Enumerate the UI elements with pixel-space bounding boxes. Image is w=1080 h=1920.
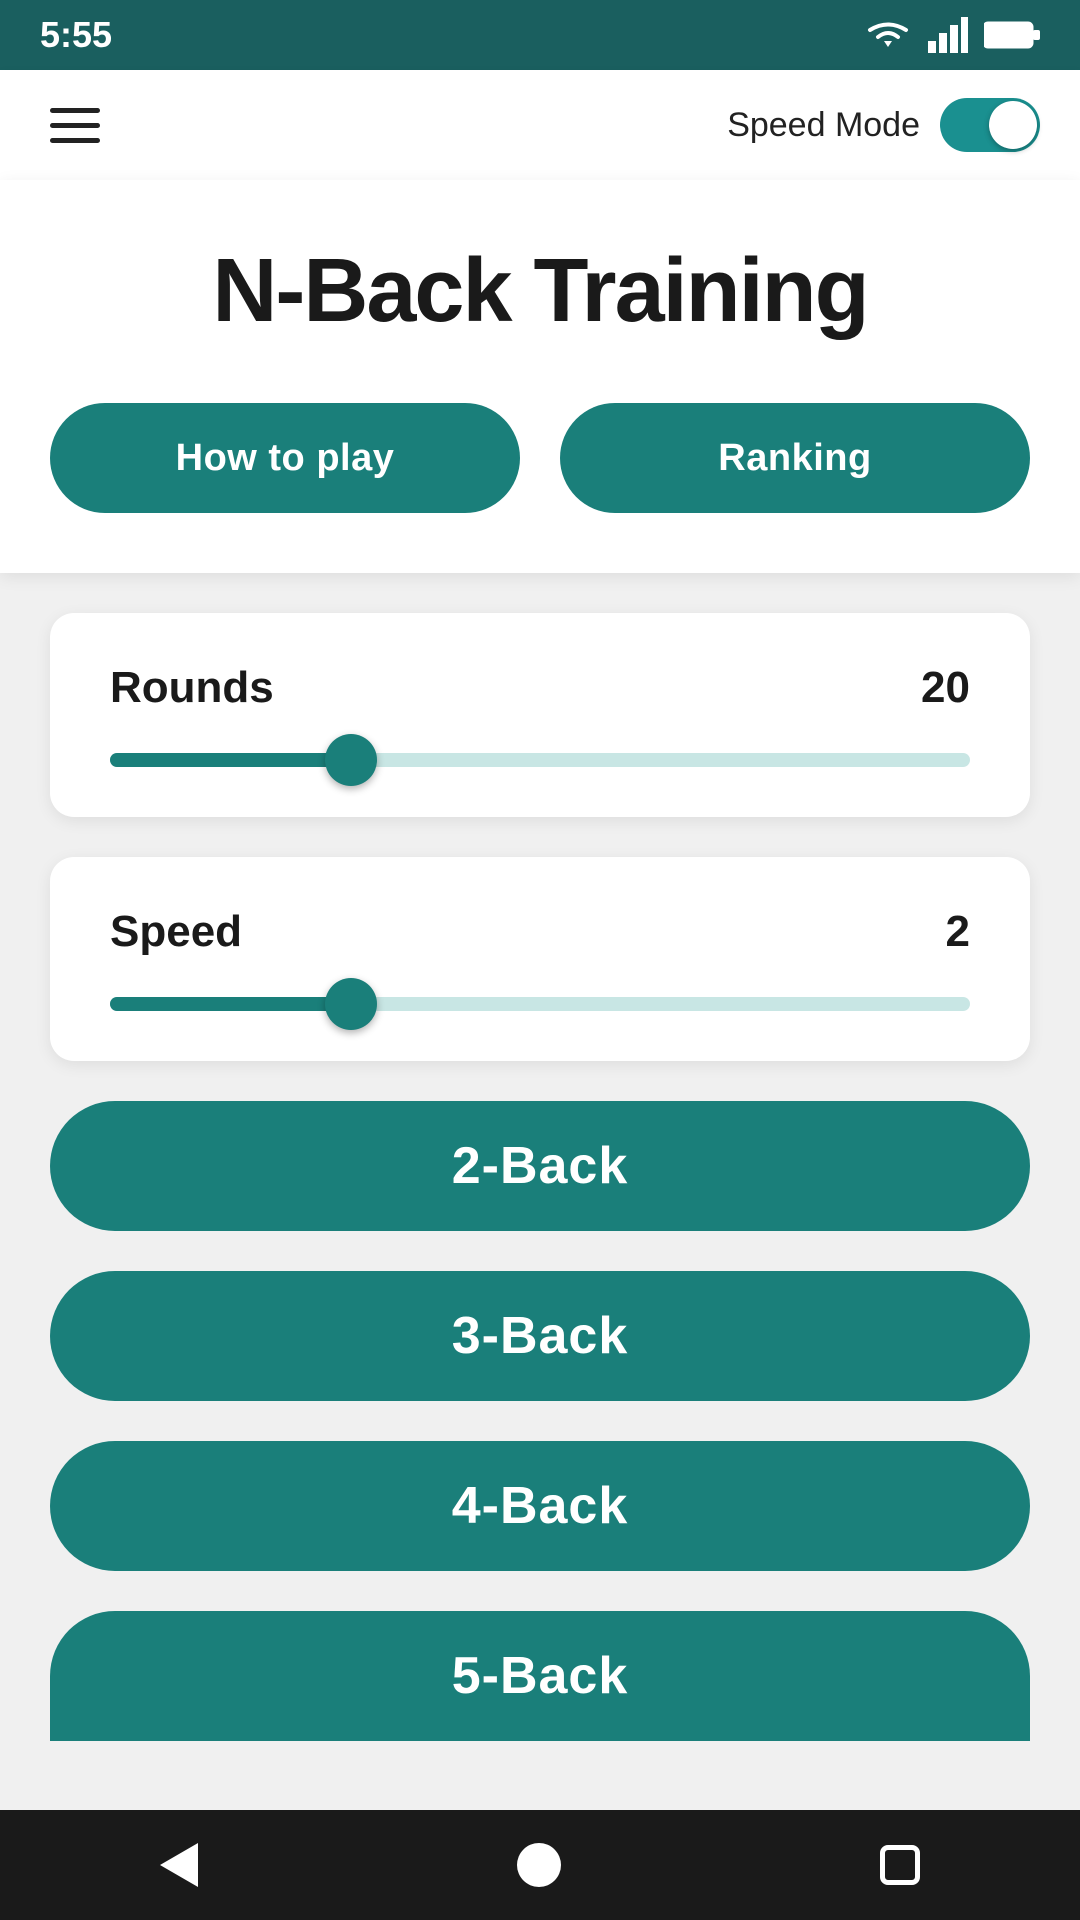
hamburger-line-1: [50, 108, 100, 113]
rounds-value: 20: [921, 663, 970, 713]
main-content: Rounds 20 Speed 2 2-Back 3-Back 4-Back 5…: [0, 613, 1080, 1741]
speed-slider-track[interactable]: [110, 997, 970, 1011]
ranking-button[interactable]: Ranking: [560, 403, 1030, 513]
speed-value: 2: [946, 907, 970, 957]
status-bar: 5:55: [0, 0, 1080, 70]
rounds-tick-1: [523, 753, 537, 767]
back-nav-icon: [160, 1843, 198, 1887]
four-back-button[interactable]: 4-Back: [50, 1441, 1030, 1571]
speed-slider-thumb[interactable]: [325, 978, 377, 1030]
home-nav-button[interactable]: [497, 1823, 581, 1907]
speed-mode-toggle[interactable]: [940, 98, 1040, 152]
hamburger-line-3: [50, 138, 100, 143]
rounds-slider-track[interactable]: [110, 753, 970, 767]
speed-slider-fill: [110, 997, 351, 1011]
three-back-button[interactable]: 3-Back: [50, 1271, 1030, 1401]
battery-icon: [984, 20, 1040, 50]
home-nav-icon: [517, 1843, 561, 1887]
hero-buttons: How to play Ranking: [50, 403, 1030, 513]
menu-button[interactable]: [40, 98, 110, 153]
status-time: 5:55: [40, 14, 112, 56]
top-nav: Speed Mode: [0, 70, 1080, 180]
app-title: N-Back Training: [50, 240, 1030, 343]
toggle-knob: [989, 101, 1037, 149]
speed-tick-1: [523, 997, 537, 1011]
recents-nav-button[interactable]: [860, 1825, 940, 1905]
status-icons: [864, 17, 1040, 53]
hamburger-line-2: [50, 123, 100, 128]
hero-card: N-Back Training How to play Ranking: [0, 180, 1080, 573]
rounds-slider-fill: [110, 753, 351, 767]
rounds-slider-thumb[interactable]: [325, 734, 377, 786]
speed-slider-card: Speed 2: [50, 857, 1030, 1061]
rounds-header: Rounds 20: [110, 663, 970, 713]
nav-bar: [0, 1810, 1080, 1920]
rounds-slider-card: Rounds 20: [50, 613, 1030, 817]
signal-icon: [928, 17, 968, 53]
rounds-label: Rounds: [110, 663, 274, 713]
how-to-play-button[interactable]: How to play: [50, 403, 520, 513]
two-back-button[interactable]: 2-Back: [50, 1101, 1030, 1231]
wifi-icon: [864, 17, 912, 53]
speed-label: Speed: [110, 907, 242, 957]
speed-mode-label: Speed Mode: [727, 106, 920, 145]
back-nav-button[interactable]: [140, 1823, 218, 1907]
speed-tick-2: [695, 997, 709, 1011]
five-back-button[interactable]: 5-Back: [50, 1611, 1030, 1741]
speed-header: Speed 2: [110, 907, 970, 957]
speed-mode-container: Speed Mode: [727, 98, 1040, 152]
rounds-tick-2: [695, 753, 709, 767]
recents-nav-icon: [880, 1845, 920, 1885]
